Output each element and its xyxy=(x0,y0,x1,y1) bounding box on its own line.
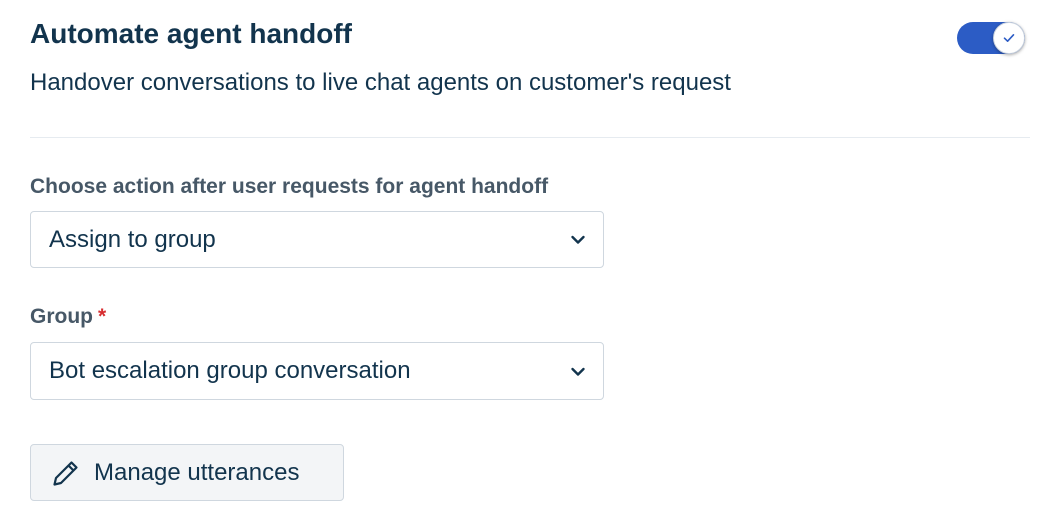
group-select[interactable]: Bot escalation group conversation xyxy=(30,342,604,400)
group-field-label: Group * xyxy=(30,303,106,331)
manage-utterances-label: Manage utterances xyxy=(94,459,300,486)
action-field-label: Choose action after user requests for ag… xyxy=(30,175,549,198)
handoff-toggle[interactable] xyxy=(957,22,1025,54)
manage-utterances-button[interactable]: Manage utterances xyxy=(30,444,344,501)
agent-handoff-settings: Automate agent handoff Handover conversa… xyxy=(0,0,1058,522)
divider xyxy=(30,137,1030,138)
toggle-knob xyxy=(993,22,1025,54)
chevron-down-icon xyxy=(571,367,585,376)
check-icon xyxy=(1003,34,1015,42)
action-select[interactable]: Assign to group xyxy=(30,211,604,268)
chevron-down-icon xyxy=(571,235,585,244)
group-select-value: Bot escalation group conversation xyxy=(49,357,411,384)
section-title: Automate agent handoff xyxy=(30,18,352,49)
action-select-value: Assign to group xyxy=(49,226,216,253)
required-marker: * xyxy=(98,305,107,328)
section-description: Handover conversations to live chat agen… xyxy=(30,69,731,96)
pencil-icon xyxy=(53,461,78,486)
group-label-text: Group xyxy=(30,305,93,328)
